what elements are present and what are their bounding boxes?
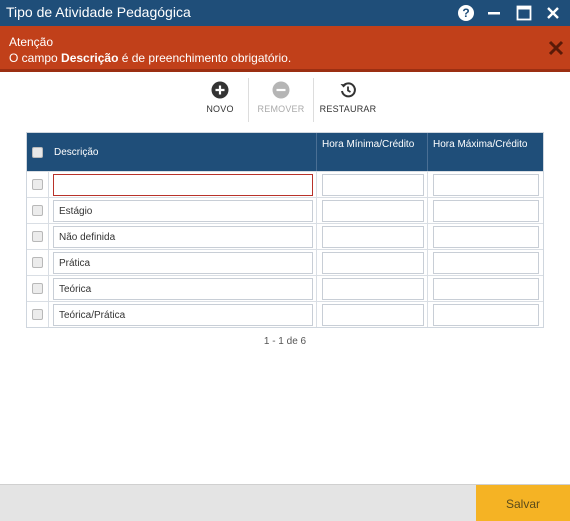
row-checkbox[interactable] [32, 257, 43, 268]
validation-alert: Atenção O campo Descrição é de preenchim… [0, 26, 570, 72]
min-hours-input[interactable] [322, 252, 424, 274]
row-checkbox[interactable] [32, 231, 43, 242]
column-divider [48, 276, 49, 301]
history-icon [340, 82, 356, 98]
column-divider [427, 276, 428, 301]
table-row: Teórica/Prática [27, 301, 543, 327]
min-hours-input[interactable] [322, 174, 424, 196]
plus-circle-icon [211, 81, 229, 99]
table-row: Estágio [27, 197, 543, 223]
minimize-button[interactable] [484, 3, 504, 23]
grid-header: Descrição Hora Mínima/Crédito Hora Máxim… [27, 133, 543, 171]
column-divider [316, 172, 317, 197]
column-divider [427, 302, 428, 327]
window-title: Tipo de Atividade Pedagógica [6, 4, 191, 20]
max-hours-input[interactable] [433, 226, 539, 248]
min-hours-input[interactable] [322, 278, 424, 300]
alert-message-suffix: é de preenchimento obrigatório. [118, 51, 292, 65]
alert-heading: Atenção [9, 35, 54, 49]
maximize-button[interactable] [514, 3, 534, 23]
minus-circle-icon [272, 81, 290, 99]
row-checkbox[interactable] [32, 205, 43, 216]
alert-message-field: Descrição [61, 51, 119, 65]
row-checkbox[interactable] [32, 309, 43, 320]
column-divider [316, 276, 317, 301]
toolbar: NOVO REMOVER RESTAURAR [196, 78, 378, 122]
alert-message: O campo Descrição é de preenchimento obr… [9, 51, 291, 65]
table-row [27, 171, 543, 197]
dialog-window: Tipo de Atividade Pedagógica ? Atenção O… [0, 0, 570, 521]
close-icon [548, 40, 564, 56]
description-input[interactable]: Não definida [53, 226, 313, 248]
column-divider [427, 250, 428, 275]
column-divider [316, 198, 317, 223]
max-hours-input[interactable] [433, 278, 539, 300]
activity-type-grid: Descrição Hora Mínima/Crédito Hora Máxim… [26, 132, 544, 328]
description-input[interactable] [53, 174, 313, 196]
close-icon [547, 7, 559, 19]
help-button[interactable]: ? [456, 3, 476, 23]
select-all-checkbox[interactable] [32, 147, 43, 158]
column-divider [316, 133, 317, 171]
column-divider [48, 198, 49, 223]
column-divider [316, 250, 317, 275]
row-checkbox[interactable] [32, 179, 43, 190]
column-divider [427, 133, 428, 171]
table-row: Teórica [27, 275, 543, 301]
footer-bar: Salvar [0, 484, 570, 521]
remove-button[interactable]: REMOVER [253, 78, 309, 122]
column-divider [48, 302, 49, 327]
restore-button-label: RESTAURAR [319, 104, 377, 114]
help-icon: ? [458, 5, 474, 21]
column-divider [316, 224, 317, 249]
description-input[interactable]: Teórica [53, 278, 313, 300]
max-hours-input[interactable] [433, 252, 539, 274]
column-header-max-hours[interactable]: Hora Máxima/Crédito [433, 139, 527, 150]
min-hours-input[interactable] [322, 304, 424, 326]
description-input[interactable]: Prática [53, 252, 313, 274]
column-divider [48, 224, 49, 249]
restore-button[interactable]: RESTAURAR [318, 78, 378, 122]
min-hours-input[interactable] [322, 200, 424, 222]
description-input[interactable]: Estágio [53, 200, 313, 222]
max-hours-input[interactable] [433, 200, 539, 222]
new-button-label: NOVO [206, 104, 234, 114]
toolbar-divider [313, 78, 314, 122]
minimize-icon [488, 12, 500, 15]
row-checkbox[interactable] [32, 283, 43, 294]
column-divider [48, 250, 49, 275]
column-divider [427, 172, 428, 197]
max-hours-input[interactable] [433, 304, 539, 326]
column-divider [316, 302, 317, 327]
alert-message-prefix: O campo [9, 51, 62, 65]
save-button[interactable]: Salvar [476, 485, 570, 521]
title-bar: Tipo de Atividade Pedagógica ? [0, 0, 570, 26]
min-hours-input[interactable] [322, 226, 424, 248]
column-divider [427, 224, 428, 249]
column-header-min-hours[interactable]: Hora Mínima/Crédito [322, 139, 414, 150]
description-input[interactable]: Teórica/Prática [53, 304, 313, 326]
alert-close-button[interactable] [548, 40, 564, 56]
close-window-button[interactable] [543, 3, 563, 23]
pagination-info: 1 - 1 de 6 [263, 336, 307, 347]
toolbar-divider [248, 78, 249, 122]
max-hours-input[interactable] [433, 174, 539, 196]
column-divider [48, 172, 49, 197]
maximize-icon [516, 5, 532, 21]
column-divider [427, 198, 428, 223]
table-row: Prática [27, 249, 543, 275]
column-header-description[interactable]: Descrição [54, 147, 98, 158]
table-row: Não definida [27, 223, 543, 249]
remove-button-label: REMOVER [257, 104, 305, 114]
new-button[interactable]: NOVO [196, 78, 244, 122]
